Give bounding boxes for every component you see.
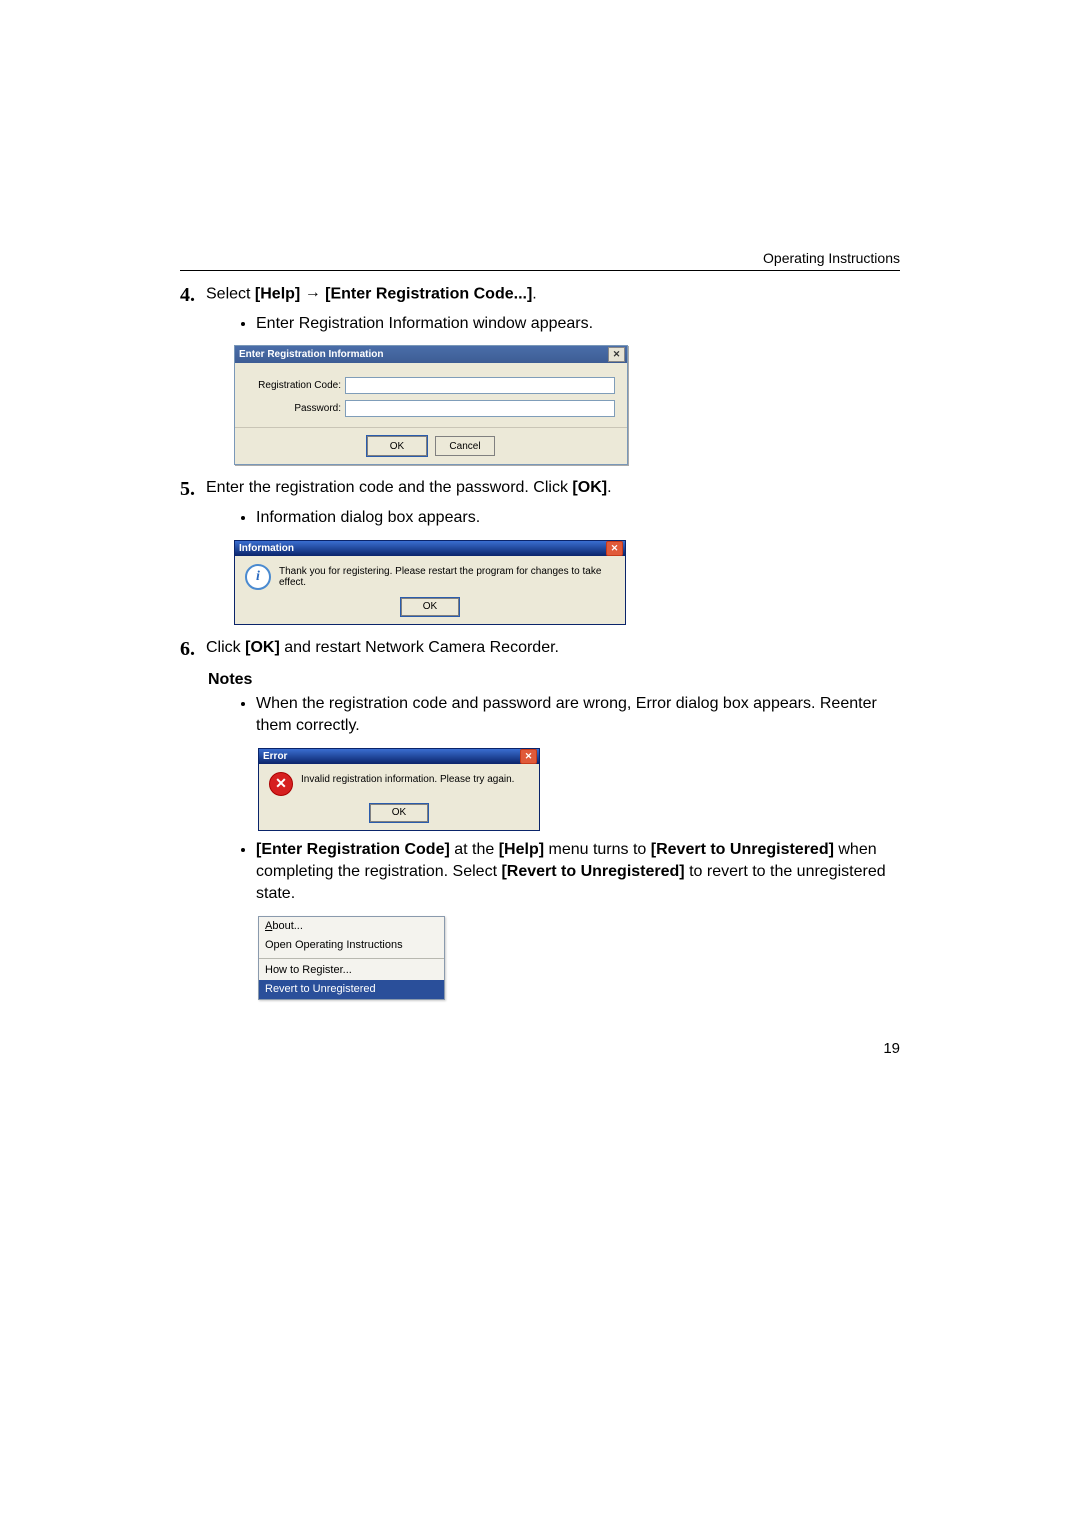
registration-dialog: Enter Registration Information ✕ Registr… xyxy=(234,345,628,465)
dialog-title: Enter Registration Information xyxy=(239,349,608,360)
step-5: 5. Enter the registration code and the p… xyxy=(180,477,900,501)
registration-code-input[interactable] xyxy=(345,377,615,394)
cancel-button[interactable]: Cancel xyxy=(435,436,495,456)
text-fragment: Click xyxy=(206,639,245,656)
dialog-title: Information xyxy=(239,543,606,554)
information-dialog: Information ✕ i Thank you for registerin… xyxy=(234,540,626,625)
step-number: 4. xyxy=(180,283,206,307)
menu-path-enter-code: [Enter Registration Code...] xyxy=(325,285,532,302)
menu-item-revert-unregistered[interactable]: Revert to Unregistered xyxy=(259,980,444,999)
dialog-titlebar: Enter Registration Information ✕ xyxy=(235,346,627,363)
bold-fragment: [Enter Registration Code] xyxy=(256,841,450,858)
step-text: Enter the registration code and the pass… xyxy=(206,477,900,501)
dialog-message: Thank you for registering. Please restar… xyxy=(279,564,615,588)
ok-reference: [OK] xyxy=(572,479,607,496)
text-fragment: menu turns to xyxy=(544,841,651,858)
bold-fragment: [Revert to Unregistered] xyxy=(501,863,684,880)
list-item: Information dialog box appears. xyxy=(256,507,900,529)
ok-button[interactable]: OK xyxy=(367,436,427,456)
ok-reference: [OK] xyxy=(245,639,280,656)
notes-heading: Notes xyxy=(208,671,900,689)
close-icon[interactable]: ✕ xyxy=(520,749,537,764)
header-rule xyxy=(180,270,900,271)
dialog-titlebar: Error ✕ xyxy=(259,749,539,764)
list-item: When the registration code and password … xyxy=(256,693,900,738)
step-number: 6. xyxy=(180,637,206,661)
menu-item-open-instructions[interactable]: Open Operating Instructions xyxy=(259,936,444,955)
step-number: 5. xyxy=(180,477,206,501)
dialog-titlebar: Information ✕ xyxy=(235,541,625,556)
password-input[interactable] xyxy=(345,400,615,417)
step-text: Click [OK] and restart Network Camera Re… xyxy=(206,637,900,661)
step-text: Select [Help] → [Enter Registration Code… xyxy=(206,283,900,307)
form-row-password: Password: xyxy=(247,400,615,417)
error-dialog: Error ✕ ✕ Invalid registration informati… xyxy=(258,748,540,831)
menu-item-about[interactable]: About... xyxy=(259,917,444,936)
notes-list-2: [Enter Registration Code] at the [Help] … xyxy=(208,839,900,906)
arrow-icon: → xyxy=(305,282,321,304)
page-number: 19 xyxy=(180,1040,900,1057)
notes-list: When the registration code and password … xyxy=(208,693,900,738)
step-4-sublist: Enter Registration Information window ap… xyxy=(208,313,900,335)
label-password: Password: xyxy=(247,403,345,414)
step-6: 6. Click [OK] and restart Network Camera… xyxy=(180,637,900,661)
menu-item-how-to-register[interactable]: How to Register... xyxy=(259,961,444,980)
bold-fragment: [Help] xyxy=(499,841,544,858)
list-item: Enter Registration Information window ap… xyxy=(256,313,900,335)
menu-separator xyxy=(259,958,444,959)
text-fragment: . xyxy=(532,285,536,302)
text-fragment: and restart Network Camera Recorder. xyxy=(280,639,559,656)
dialog-title: Error xyxy=(263,751,520,762)
step-5-sublist: Information dialog box appears. xyxy=(208,507,900,529)
ok-button[interactable]: OK xyxy=(401,598,459,616)
document-page: Operating Instructions 4. Select [Help] … xyxy=(180,0,900,1117)
info-icon: i xyxy=(245,564,271,590)
help-menu: About... Open Operating Instructions How… xyxy=(258,916,445,1001)
close-icon[interactable]: ✕ xyxy=(606,541,623,556)
label-registration-code: Registration Code: xyxy=(247,380,345,391)
bold-fragment: [Revert to Unregistered] xyxy=(651,841,834,858)
text-fragment: Enter the registration code and the pass… xyxy=(206,479,572,496)
text-fragment: . xyxy=(607,479,611,496)
text-fragment: at the xyxy=(450,841,499,858)
close-icon[interactable]: ✕ xyxy=(608,347,625,362)
running-header: Operating Instructions xyxy=(180,250,900,266)
step-4: 4. Select [Help] → [Enter Registration C… xyxy=(180,283,900,307)
ok-button[interactable]: OK xyxy=(370,804,428,822)
list-item: [Enter Registration Code] at the [Help] … xyxy=(256,839,900,906)
dialog-message: Invalid registration information. Please… xyxy=(301,772,514,785)
menu-path-help: [Help] xyxy=(255,285,300,302)
form-row-code: Registration Code: xyxy=(247,377,615,394)
text-fragment: Select xyxy=(206,285,255,302)
error-icon: ✕ xyxy=(269,772,293,796)
